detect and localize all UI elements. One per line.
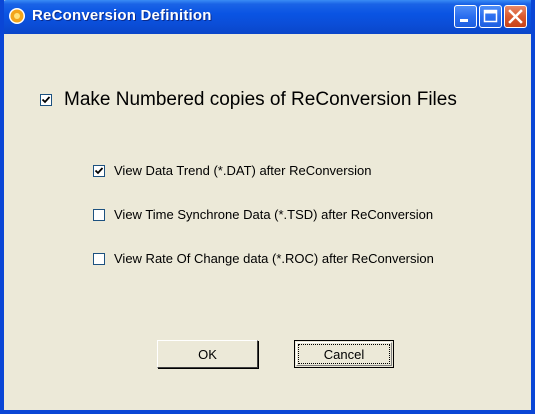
window-title: ReConversion Definition: [32, 7, 212, 24]
minimize-button[interactable]: [454, 5, 477, 28]
view-rate-of-change-label: View Rate Of Change data (*.ROC) after R…: [114, 251, 434, 266]
checkmark-icon: [41, 96, 51, 104]
option-numbered-copies[interactable]: Make Numbered copies of ReConversion Fil…: [40, 89, 457, 111]
title-bar[interactable]: ReConversion Definition: [4, 0, 531, 34]
app-icon: [8, 7, 26, 25]
dialog-window: ReConversion Definition Make Numbered co…: [0, 0, 535, 414]
view-data-trend-label: View Data Trend (*.DAT) after ReConversi…: [114, 163, 372, 178]
option-view-time-synchrone[interactable]: View Time Synchrone Data (*.TSD) after R…: [93, 207, 433, 222]
view-rate-of-change-checkbox[interactable]: [93, 252, 105, 265]
ok-button-label: OK: [198, 346, 217, 362]
view-time-synchrone-label: View Time Synchrone Data (*.TSD) after R…: [114, 207, 434, 222]
cancel-button[interactable]: Cancel: [294, 340, 394, 368]
cancel-button-label: Cancel: [323, 346, 365, 362]
ok-button[interactable]: OK: [157, 340, 258, 368]
numbered-copies-label: Make Numbered copies of ReConversion Fil…: [64, 89, 457, 110]
close-icon: [508, 9, 523, 24]
checkmark-icon: [94, 166, 104, 174]
option-view-data-trend[interactable]: View Data Trend (*.DAT) after ReConversi…: [93, 163, 371, 178]
maximize-button[interactable]: [479, 5, 502, 28]
minimize-icon: [460, 19, 468, 22]
maximize-icon: [483, 9, 498, 23]
option-view-rate-of-change[interactable]: View Rate Of Change data (*.ROC) after R…: [93, 251, 434, 266]
numbered-copies-checkbox[interactable]: [40, 94, 52, 106]
close-button[interactable]: [504, 5, 527, 28]
view-data-trend-checkbox[interactable]: [93, 164, 105, 177]
view-time-synchrone-checkbox[interactable]: [93, 208, 105, 221]
